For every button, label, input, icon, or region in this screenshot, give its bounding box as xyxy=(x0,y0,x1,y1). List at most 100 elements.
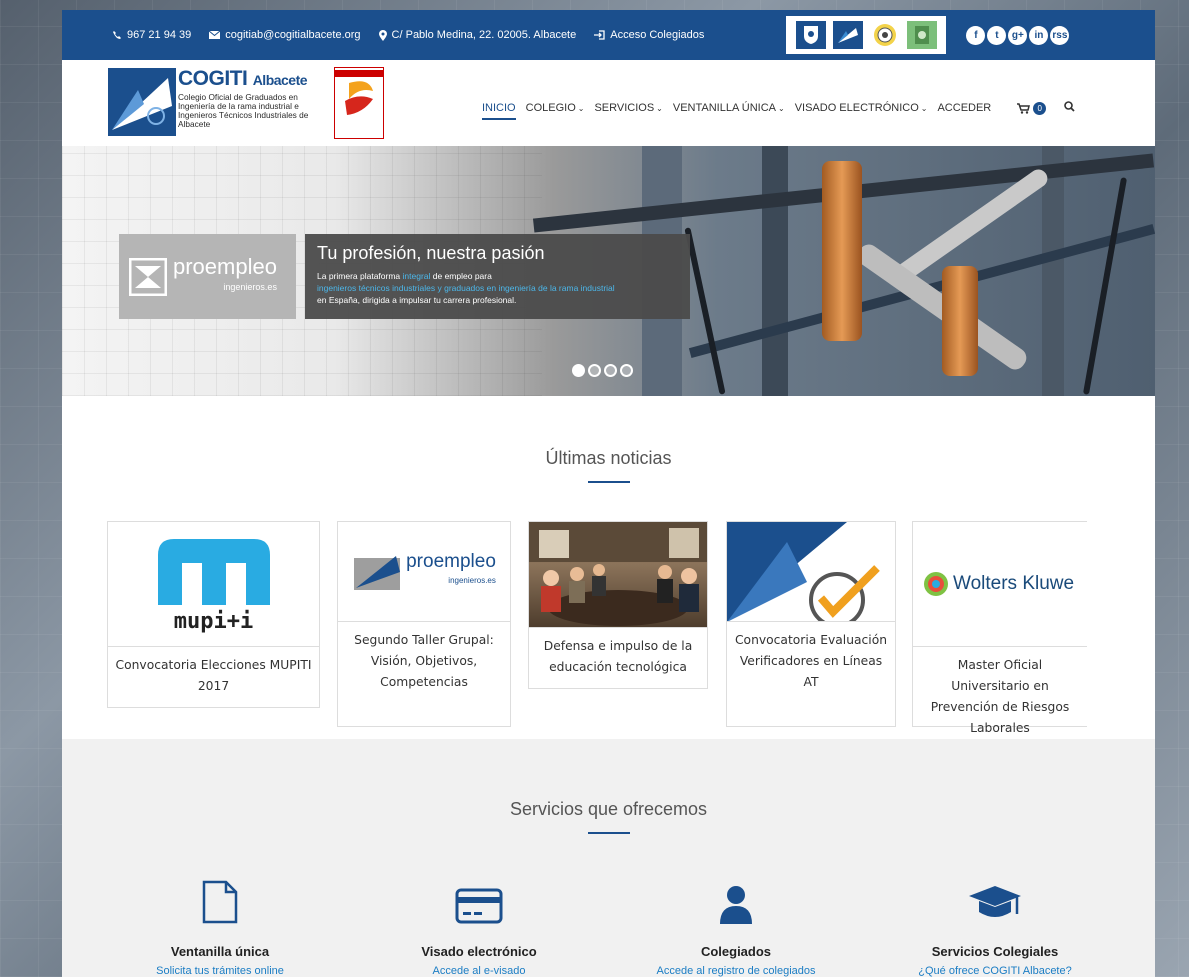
document-icon xyxy=(202,880,238,924)
arrow-logo-icon[interactable] xyxy=(832,21,863,49)
news-section-header: Últimas noticias xyxy=(62,448,1155,483)
chevron-down-icon: ⌄ xyxy=(577,103,585,113)
check-logo-icon xyxy=(727,522,895,621)
news-card-caption: Convocatoria Elecciones MUPITI 2017 xyxy=(115,658,312,693)
site-header: COGITI Albacete Colegio Oficial de Gradu… xyxy=(62,60,1155,146)
news-card-educacion[interactable]: Defensa e impulso de la educación tecnol… xyxy=(528,521,708,689)
address-link[interactable]: C/ Pablo Medina, 22. 02005. Albacete xyxy=(378,29,576,41)
service-visado-electronico[interactable]: Visado electrónico Accede al e-visado xyxy=(364,874,594,977)
service-servicios-colegiales[interactable]: Servicios Colegiales ¿Qué ofrece COGITI … xyxy=(880,874,1110,977)
nav-item-acceder[interactable]: ACCEDER xyxy=(937,102,991,114)
shield-logo-icon[interactable] xyxy=(795,21,826,49)
access-colegiados-link[interactable]: Acceso Colegiados xyxy=(594,29,704,41)
wolters-kluwer-wordmark: Wolters Kluwe xyxy=(953,573,1075,594)
cogiti-logo-icon xyxy=(108,68,176,136)
website-page: 967 21 94 39 cogitiab@cogitialbacete.org… xyxy=(62,10,1155,977)
envelope-icon xyxy=(209,31,221,39)
linkedin-icon[interactable]: in xyxy=(1029,25,1049,45)
news-card-image xyxy=(727,522,895,622)
nav-label: INICIO xyxy=(482,102,516,114)
search-icon xyxy=(1064,101,1075,112)
phone-text: 967 21 94 39 xyxy=(127,29,192,41)
hero-text: La primera plataforma xyxy=(317,271,403,281)
service-title: Visado electrónico xyxy=(421,944,537,959)
news-card-mupiti[interactable]: mupi+i Convocatoria Elecciones MUPITI 20… xyxy=(107,521,320,708)
brand-logo-link[interactable]: COGITI Albacete Colegio Oficial de Gradu… xyxy=(108,68,328,136)
card-logo-text: proempleo xyxy=(406,551,496,572)
slider-dot-3[interactable] xyxy=(604,364,617,377)
copper-clamp xyxy=(942,266,978,376)
service-link[interactable]: ¿Qué ofrece COGITI Albacete? xyxy=(880,965,1110,977)
sun-seal-icon[interactable] xyxy=(870,21,900,49)
nav-item-ventanilla-unica[interactable]: VENTANILLA ÚNICA ⌄ xyxy=(673,102,785,114)
nav-label: SERVICIOS xyxy=(594,102,655,114)
title-divider xyxy=(587,481,630,483)
wolters-kluwer-logo-icon xyxy=(924,572,948,596)
nav-item-colegio[interactable]: COLEGIO ⌄ xyxy=(526,102,585,114)
twitter-icon[interactable]: t xyxy=(987,25,1007,45)
email-link[interactable]: cogitiab@cogitialbacete.org xyxy=(209,29,361,41)
social-links: f t g+ in rss xyxy=(966,25,1071,45)
chevron-down-icon: ⌄ xyxy=(656,103,663,113)
services-section-header: Servicios que ofrecemos xyxy=(62,799,1155,834)
phone-link[interactable]: 967 21 94 39 xyxy=(112,29,191,41)
news-card-verificadores[interactable]: Convocatoria Evaluación Verificadores en… xyxy=(726,521,896,727)
news-card-caption: Convocatoria Evaluación Verificadores en… xyxy=(734,633,888,689)
hero-highlight: ingenieros técnicos industriales y gradu… xyxy=(317,283,615,293)
nav-item-visado-electronico[interactable]: VISADO ELECTRÓNICO ⌄ xyxy=(795,102,928,114)
brand-name: COGITI xyxy=(178,67,248,90)
hero-logo-sub: ingenieros.es xyxy=(223,281,277,292)
rss-icon[interactable]: rss xyxy=(1050,25,1070,45)
news-title: Últimas noticias xyxy=(545,448,672,468)
news-card-master[interactable]: Wolters Kluwe Master Oficial Universitar… xyxy=(912,521,1087,735)
meeting-photo xyxy=(529,522,707,626)
news-card-image: Wolters Kluwe xyxy=(913,522,1087,647)
mupiti-logo-icon xyxy=(157,538,270,605)
hero-highlight: integral xyxy=(402,271,431,281)
slider-dot-4[interactable] xyxy=(620,364,633,377)
copper-clamp xyxy=(822,161,862,341)
google-plus-icon[interactable]: g+ xyxy=(1008,25,1028,45)
service-colegiados[interactable]: Colegiados Accede al registro de colegia… xyxy=(621,874,851,977)
nav-item-inicio[interactable]: INICIO xyxy=(482,102,516,120)
service-ventanilla-unica[interactable]: Ventanilla única Solicita tus trámites o… xyxy=(105,874,335,977)
service-link[interactable]: Solicita tus trámites online xyxy=(105,965,335,977)
news-carousel: mupi+i Convocatoria Elecciones MUPITI 20… xyxy=(107,521,1087,736)
main-nav: INICIO COLEGIO ⌄ SERVICIOS ⌄ VENTANILLA … xyxy=(482,96,1075,120)
chevron-down-icon: ⌄ xyxy=(920,103,928,113)
service-title: Colegiados xyxy=(700,944,772,959)
search-button[interactable] xyxy=(1064,101,1075,115)
credit-card-icon xyxy=(455,888,503,924)
facebook-icon[interactable]: f xyxy=(966,25,986,45)
cart-button[interactable]: 0 xyxy=(1017,101,1047,115)
news-card-caption: Master Oficial Universitario en Prevenci… xyxy=(930,658,1070,735)
map-pin-icon xyxy=(378,29,387,41)
nav-label: ACCEDER xyxy=(937,102,992,114)
news-card-image: mupi+i xyxy=(108,522,319,647)
hero-headline: Tu profesión, nuestra pasión xyxy=(317,243,545,263)
proempleo-logo[interactable]: proempleo ingenieros.es xyxy=(119,234,296,319)
nav-item-servicios[interactable]: SERVICIOS ⌄ xyxy=(594,102,662,114)
news-card-photo xyxy=(529,522,707,628)
services-title: Servicios que ofrecemos xyxy=(509,799,708,819)
hero-description: La primera plataforma integral de empleo… xyxy=(317,270,678,306)
green-seal-icon[interactable] xyxy=(906,21,937,49)
service-title: Servicios Colegiales xyxy=(931,944,1059,959)
graduation-cap-icon xyxy=(969,886,1021,917)
service-link[interactable]: Accede al e-visado xyxy=(364,965,594,977)
card-logo-sub: ingenieros.es xyxy=(448,576,496,585)
cart-count-badge: 0 xyxy=(1033,101,1047,115)
slider-dot-1[interactable] xyxy=(572,364,585,377)
news-card-caption: Defensa e impulso de la educación tecnol… xyxy=(543,639,693,674)
nav-label: VISADO ELECTRÓNICO xyxy=(794,102,919,114)
brand-city: Albacete xyxy=(252,72,308,88)
title-divider xyxy=(587,832,630,834)
news-card-taller[interactable]: proempleo ingenieros.es Segundo Taller G… xyxy=(337,521,511,727)
hero-caption[interactable]: Tu profesión, nuestra pasión La primera … xyxy=(305,234,690,319)
cable xyxy=(684,227,726,395)
news-card-caption: Segundo Taller Grupal: Visión, Objetivos… xyxy=(354,633,494,689)
service-link[interactable]: Accede al registro de colegiados xyxy=(621,965,851,977)
slider-dot-2[interactable] xyxy=(588,364,601,377)
hero-slider: proempleo ingenieros.es Tu profesión, nu… xyxy=(62,146,1155,396)
cable xyxy=(1082,177,1128,395)
